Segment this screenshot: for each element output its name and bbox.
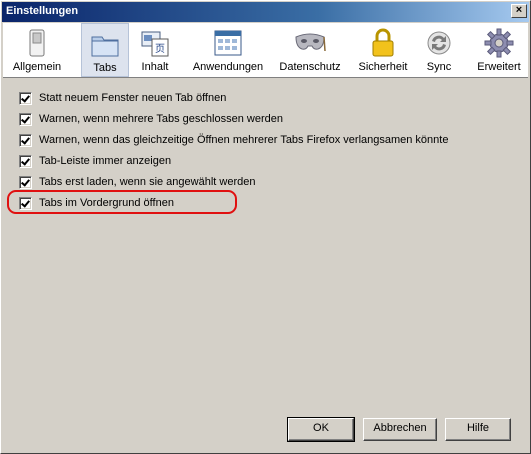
title-bar[interactable]: Einstellungen × xyxy=(2,2,529,22)
checkbox[interactable] xyxy=(19,92,32,105)
tab-label: Allgemein xyxy=(12,61,62,73)
preferences-dialog: Einstellungen × Allgemein Tabs 页 Inhalt … xyxy=(0,0,531,454)
help-button[interactable]: Hilfe xyxy=(445,418,511,441)
option-label: Warnen, wenn das gleichzeitige Öffnen me… xyxy=(39,134,449,146)
option-label: Tab-Leiste immer anzeigen xyxy=(39,155,172,167)
tab-tabs[interactable]: Tabs xyxy=(81,23,129,77)
lock-icon xyxy=(372,28,394,57)
tab-label: Erweitert xyxy=(477,61,521,73)
tabs-settings-panel: Statt neuem Fenster neuen Tab öffnen War… xyxy=(3,78,528,451)
tab-erweitert[interactable]: Erweitert xyxy=(471,23,527,77)
option-label: Tabs erst laden, wenn sie angewählt werd… xyxy=(39,176,256,188)
checkbox[interactable] xyxy=(19,134,32,147)
checkbox[interactable] xyxy=(19,176,32,189)
checkbox[interactable] xyxy=(19,155,32,168)
tab-allgemein[interactable]: Allgemein xyxy=(9,23,65,77)
tab-sicherheit[interactable]: Sicherheit xyxy=(353,23,413,77)
option-label: Statt neuem Fenster neuen Tab öffnen xyxy=(39,92,227,104)
ok-button[interactable]: OK xyxy=(287,417,355,442)
tab-datenschutz[interactable]: Datenschutz xyxy=(273,23,347,77)
checkbox[interactable] xyxy=(19,113,32,126)
window-title: Einstellungen xyxy=(6,5,79,17)
tab-label: Anwendungen xyxy=(192,61,264,73)
content-icon: 页 xyxy=(141,31,169,57)
close-button[interactable]: × xyxy=(511,4,527,18)
svg-text:页: 页 xyxy=(155,43,165,55)
mask-icon xyxy=(295,33,326,52)
option-label: Warnen, wenn mehrere Tabs geschlossen we… xyxy=(39,113,283,125)
tab-label: Sync xyxy=(426,61,452,73)
tabs-folder-icon xyxy=(91,36,119,57)
sync-icon xyxy=(427,31,451,55)
tab-anwendungen[interactable]: Anwendungen xyxy=(187,23,269,77)
tab-label: Tabs xyxy=(93,62,117,74)
gear-icon xyxy=(484,28,514,58)
tab-label: Sicherheit xyxy=(358,61,408,73)
tab-inhalt[interactable]: 页 Inhalt xyxy=(135,23,175,77)
red-highlight-annotation xyxy=(7,190,237,214)
switch-icon xyxy=(29,29,45,57)
tab-label: Datenschutz xyxy=(279,61,341,73)
tab-sync[interactable]: Sync xyxy=(421,23,457,77)
cancel-button[interactable]: Abbrechen xyxy=(363,418,437,441)
close-icon: × xyxy=(515,4,523,16)
applications-icon xyxy=(214,30,242,56)
tab-label: Inhalt xyxy=(141,61,169,73)
preferences-toolbar: Allgemein Tabs 页 Inhalt Anwendungen Date… xyxy=(3,23,528,78)
